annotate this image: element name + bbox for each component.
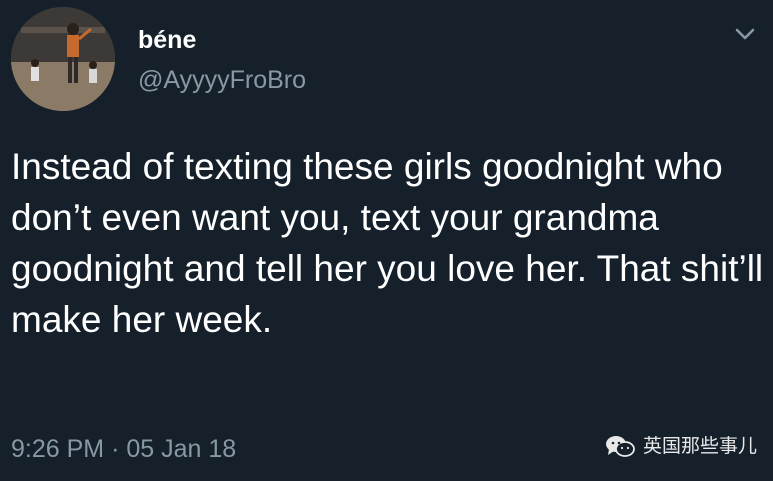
wechat-icon (605, 434, 635, 458)
tweet-date: 05 Jan 18 (126, 435, 237, 463)
tweet-time: 9:26 PM (11, 435, 105, 463)
author-handle[interactable]: @AyyyyFroBro (138, 65, 306, 95)
watermark: 英国那些事儿 (605, 434, 757, 458)
meta-separator: · (111, 435, 120, 463)
watermark-label: 英国那些事儿 (642, 435, 757, 457)
author-display-name[interactable]: béne (138, 25, 196, 55)
tweet-card: béne @AyyyyFroBro Instead of texting the… (0, 0, 773, 481)
avatar[interactable] (11, 7, 115, 111)
avatar-photo (11, 7, 115, 111)
tweet-timestamp[interactable]: 9:26 PM · 05 Jan 18 (11, 434, 236, 464)
tweet-text: Instead of texting these girls goodnight… (11, 146, 764, 340)
chevron-down-icon[interactable] (734, 26, 756, 42)
